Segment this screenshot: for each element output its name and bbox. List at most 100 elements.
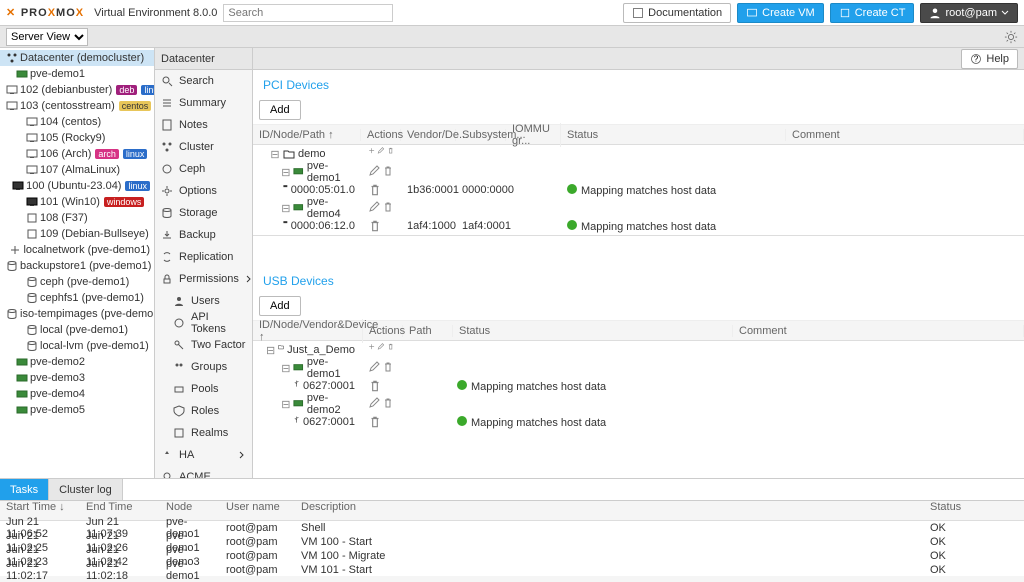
menu-realms[interactable]: Realms [155, 422, 252, 444]
help-button[interactable]: ?Help [961, 49, 1018, 69]
plus-icon[interactable] [368, 147, 375, 161]
menu-options[interactable]: Options [155, 180, 252, 202]
tree-item[interactable]: local (pve-demo1) [0, 322, 154, 338]
gear-icon[interactable] [1004, 30, 1018, 44]
trash-icon[interactable] [368, 379, 382, 393]
tree-label: pve-demo2 [30, 356, 85, 368]
tree-item[interactable]: ceph (pve-demo1) [0, 274, 154, 290]
node-icon [16, 68, 28, 80]
trash-icon[interactable] [387, 147, 394, 161]
pencil-icon[interactable] [368, 397, 380, 411]
menu-summary[interactable]: Summary [155, 92, 252, 114]
menu-groups[interactable]: Groups [155, 356, 252, 378]
plus-icon[interactable] [368, 343, 375, 357]
expand-icon[interactable]: ⊟ [281, 166, 290, 179]
usb-row[interactable]: 0627:0001Mapping matches host data [253, 377, 1024, 395]
menu-label: Search [179, 75, 214, 87]
tree-item[interactable]: 108 (F37) [0, 210, 154, 226]
user-menu-button[interactable]: root@pam [920, 3, 1018, 23]
pci-add-button[interactable]: Add [259, 100, 301, 120]
lock-icon [161, 273, 173, 285]
tree-item[interactable]: 104 (centos) [0, 114, 154, 130]
task-row[interactable]: Jun 21 11:02:17Jun 21 11:02:18pve-demo1r… [0, 563, 1024, 577]
pencil-icon[interactable] [368, 361, 380, 375]
pencil-icon[interactable] [377, 343, 384, 357]
menu-search[interactable]: Search [155, 70, 252, 92]
tree-node[interactable]: pve-demo2 [0, 354, 154, 370]
tree-item[interactable]: 103 (centosstream)centoslinux [0, 98, 154, 114]
trash-icon[interactable] [368, 183, 382, 197]
menu-backup[interactable]: Backup [155, 224, 252, 246]
tab-cluster-log[interactable]: Cluster log [49, 479, 123, 500]
pci-row[interactable]: ⊟demo [253, 145, 1024, 163]
view-selector[interactable]: Server View [6, 28, 88, 46]
node-icon [16, 372, 28, 384]
server-view-header: Server View [0, 26, 1024, 48]
pencil-icon[interactable] [377, 147, 384, 161]
menu-replication[interactable]: Replication [155, 246, 252, 268]
menu-pools[interactable]: Pools [155, 378, 252, 400]
tree-node[interactable]: pve-demo1 [0, 66, 154, 82]
tree-item[interactable]: 102 (debianbuster)deblinux [0, 82, 154, 98]
tree-item[interactable]: 101 (Win10)windows [0, 194, 154, 210]
pci-row[interactable]: 0000:05:01.01b36:00010000:0000Mapping ma… [253, 181, 1024, 199]
tree-item[interactable]: 105 (Rocky9) [0, 130, 154, 146]
tree-node[interactable]: pve-demo5 [0, 402, 154, 418]
menu-ha[interactable]: HA [155, 444, 252, 466]
usb-row[interactable]: ⊟pve-demo2 [253, 395, 1024, 413]
tree-node[interactable]: pve-demo4 [0, 386, 154, 402]
tree-item[interactable]: local-lvm (pve-demo1) [0, 338, 154, 354]
menu-acme[interactable]: ACME [155, 466, 252, 478]
menu-ceph[interactable]: Ceph [155, 158, 252, 180]
subsystem: 0000:0000 [456, 184, 506, 196]
menu-api-tokens[interactable]: API Tokens [155, 312, 252, 334]
trash-icon[interactable] [382, 361, 394, 375]
tree-datacenter[interactable]: Datacenter (democluster) [0, 50, 154, 66]
usb-row[interactable]: ⊟Just_a_Demo [253, 341, 1024, 359]
pci-row[interactable]: ⊟pve-demo1 [253, 163, 1024, 181]
trash-icon[interactable] [382, 201, 394, 215]
pci-row[interactable]: 0000:06:12.01af4:10001af4:0001Mapping ma… [253, 217, 1024, 235]
tree-item[interactable]: iso-tempimages (pve-demo1) [0, 306, 154, 322]
trash-icon[interactable] [368, 415, 382, 429]
trash-icon[interactable] [368, 219, 382, 233]
tree-item[interactable]: 106 (Arch)archlinux [0, 146, 154, 162]
menu-notes[interactable]: Notes [155, 114, 252, 136]
net-icon [9, 244, 21, 256]
usb-row[interactable]: ⊟pve-demo1 [253, 359, 1024, 377]
tree-item[interactable]: cephfs1 (pve-demo1) [0, 290, 154, 306]
tree-item[interactable]: localnetwork (pve-demo1) [0, 242, 154, 258]
tree-item[interactable]: 109 (Debian-Bullseye) [0, 226, 154, 242]
menu-permissions[interactable]: Permissions [155, 268, 252, 290]
menu-label: Replication [179, 251, 233, 263]
create-vm-button[interactable]: Create VM [737, 3, 824, 23]
trash-icon[interactable] [382, 397, 394, 411]
expand-icon[interactable]: ⊟ [281, 362, 290, 375]
menu-users[interactable]: Users [155, 290, 252, 312]
menu-storage[interactable]: Storage [155, 202, 252, 224]
trash-icon[interactable] [382, 165, 394, 179]
tree-item[interactable]: 107 (AlmaLinux) [0, 162, 154, 178]
pencil-icon[interactable] [368, 201, 380, 215]
create-ct-button[interactable]: Create CT [830, 3, 915, 23]
tab-tasks[interactable]: Tasks [0, 479, 49, 500]
trash-icon[interactable] [387, 343, 394, 357]
menu-label: Ceph [179, 163, 205, 175]
menu-cluster[interactable]: Cluster [155, 136, 252, 158]
tree-item[interactable]: backupstore1 (pve-demo1) [0, 258, 154, 274]
menu-two-factor[interactable]: Two Factor [155, 334, 252, 356]
node-icon [293, 166, 303, 178]
expand-icon[interactable]: ⊟ [270, 148, 280, 161]
usb-add-button[interactable]: Add [259, 296, 301, 316]
pencil-icon[interactable] [368, 165, 380, 179]
menu-roles[interactable]: Roles [155, 400, 252, 422]
global-search-input[interactable] [223, 4, 393, 22]
documentation-button[interactable]: Documentation [623, 3, 731, 23]
tree-item[interactable]: 100 (Ubuntu-23.04)linux [0, 178, 154, 194]
expand-icon[interactable]: ⊟ [281, 202, 290, 215]
expand-icon[interactable]: ⊟ [281, 398, 290, 411]
pci-row[interactable]: ⊟pve-demo4 [253, 199, 1024, 217]
expand-icon[interactable]: ⊟ [266, 344, 275, 357]
usb-row[interactable]: 0627:0001Mapping matches host data [253, 413, 1024, 431]
tree-node[interactable]: pve-demo3 [0, 370, 154, 386]
